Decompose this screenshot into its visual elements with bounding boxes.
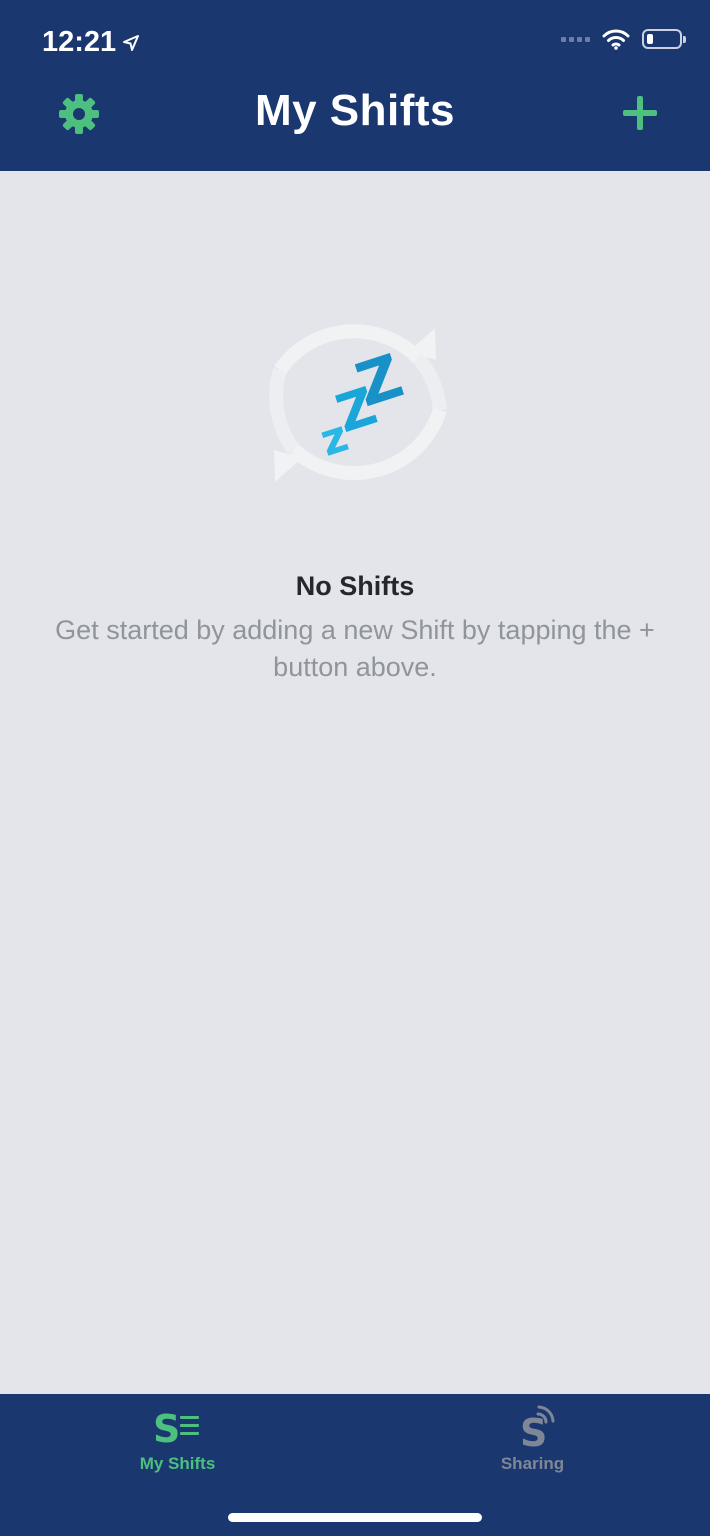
cellular-signal-icon bbox=[561, 36, 590, 42]
tab-label-sharing: Sharing bbox=[500, 1454, 565, 1473]
wifi-icon bbox=[602, 29, 630, 50]
empty-state-title: No Shifts bbox=[295, 571, 415, 601]
empty-state-message: Get started by adding a new Shift by tap… bbox=[55, 615, 655, 682]
add-shift-button[interactable] bbox=[620, 93, 660, 133]
status-bar-time: 12:21 bbox=[42, 26, 140, 59]
svg-text:S: S bbox=[153, 1407, 180, 1450]
battery-icon bbox=[642, 29, 686, 49]
navigation-header: 12:21 My Shifts bbox=[0, 0, 710, 171]
page-title: My Shifts bbox=[254, 86, 456, 135]
clock-text: 12:21 bbox=[42, 26, 117, 58]
tab-sharing[interactable]: S Sharing bbox=[355, 1394, 710, 1494]
status-bar-indicators bbox=[561, 28, 686, 50]
tab-my-shifts[interactable]: S My Shifts bbox=[0, 1394, 355, 1494]
tab-label-my-shifts: My Shifts bbox=[139, 1454, 216, 1473]
location-arrow-icon bbox=[123, 34, 140, 51]
sharing-icon: S bbox=[520, 1405, 554, 1450]
home-indicator[interactable] bbox=[228, 1513, 482, 1522]
sleeping-zzz-icon: z Z Z bbox=[269, 324, 447, 482]
shifts-list-icon: S bbox=[153, 1407, 199, 1450]
